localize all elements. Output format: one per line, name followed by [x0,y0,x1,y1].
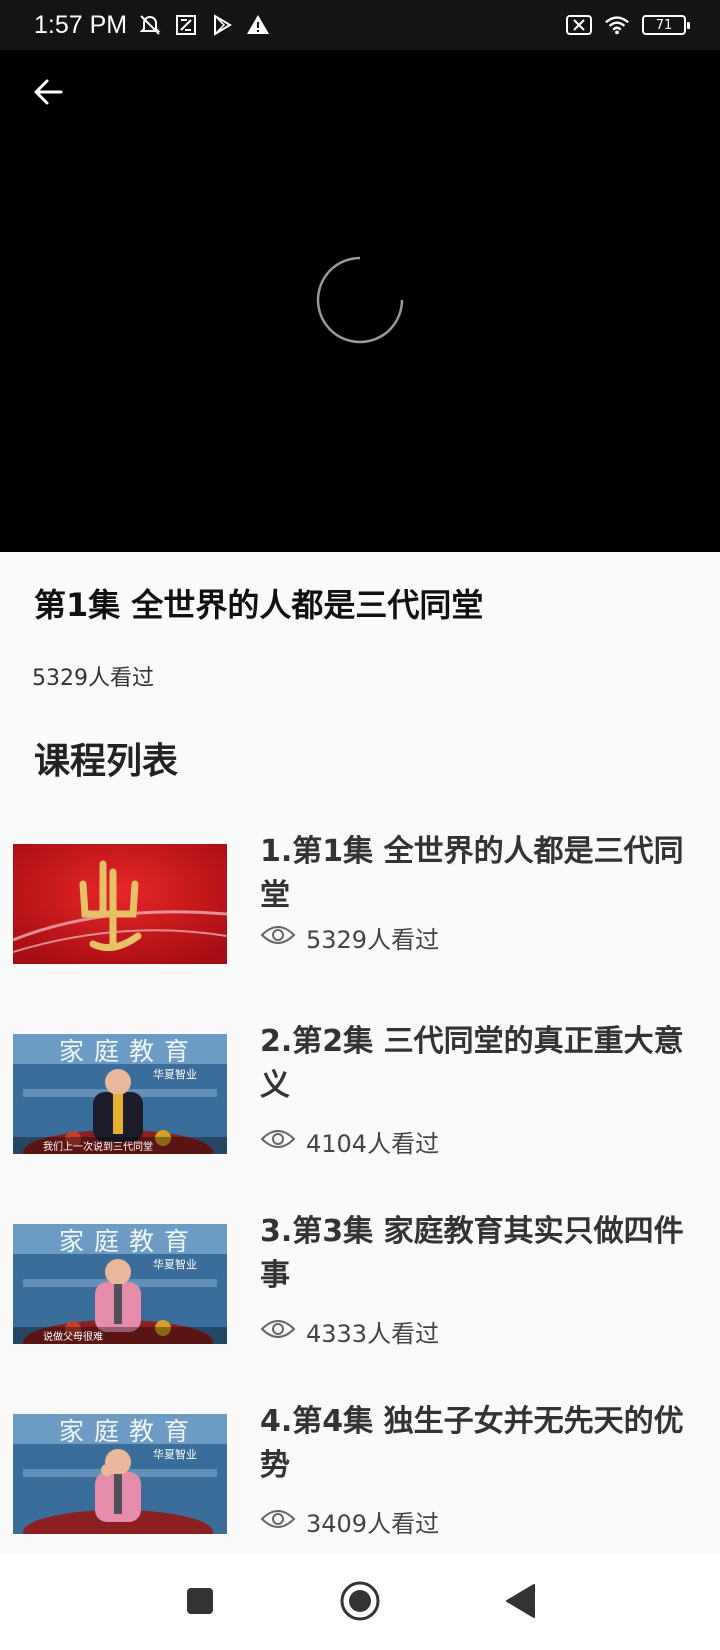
list-item-views: 3409人看过 [260,1504,439,1539]
thumbnail-logo-text: 华夏智业 [153,1068,197,1081]
triangle-back-icon [504,1583,536,1623]
list-item-views-text: 5329人看过 [306,926,440,954]
square-recent-icon [185,1586,215,1620]
back-button[interactable] [26,72,70,116]
eye-icon [260,1507,296,1537]
thumbnail-banner-text: 家庭教育 [59,1227,200,1256]
recent-apps-button[interactable] [175,1578,225,1628]
status-time: 1:57 PM [34,10,128,39]
list-item-title: 4.第4集 独生子女并无先天的优势 [260,1404,684,1483]
episode-thumbnail: 家庭教育 华夏智业 说做父母很难 [13,1224,227,1344]
eye-icon [260,923,296,953]
list-item-views: 4104人看过 [260,1124,439,1159]
play-store-icon [209,12,235,38]
back-nav-button[interactable] [495,1578,545,1628]
list-item-title: 2.第2集 三代同堂的真正重大意义 [260,1024,684,1103]
list-item-views-text: 3409人看过 [306,1510,440,1538]
status-bar: 1:57 PM 71 [0,0,720,50]
battery-icon: 71 [642,15,690,35]
thumbnail-subtitle: 说做父母很难 [43,1332,103,1343]
system-nav-bar [0,1555,720,1650]
course-list[interactable]: 1.第1集 全世界的人都是三代同堂 5329人看过 家庭教育 华夏智业 我们上一… [0,830,720,1555]
home-button[interactable] [335,1578,385,1628]
arrow-left-icon [31,75,65,113]
episode-views: 5329人看过 [32,666,154,691]
list-item-views: 4333人看过 [260,1314,439,1349]
mute-icon [137,12,163,38]
wifi-icon [604,12,630,38]
notification-icon [173,12,199,38]
eye-icon [260,1317,296,1347]
list-item[interactable]: 家庭教育 华夏智业 我们上一次说到三代同堂 2.第2集 三代同堂的真正重大意义 … [0,1020,720,1190]
spinner-icon [315,255,405,345]
list-item-views: 5329人看过 [260,920,439,955]
thumbnail-banner-text: 家庭教育 [59,1417,200,1446]
list-item[interactable]: 家庭教育 华夏智业 说做父母很难 3.第3集 家庭教育其实只做四件事 4333人… [0,1210,720,1380]
episode-title: 第1集 全世界的人都是三代同堂 [34,586,484,624]
thumbnail-banner-text: 家庭教育 [59,1037,200,1066]
episode-thumbnail: 家庭教育 华夏智业 [13,1414,227,1534]
list-item-views-text: 4333人看过 [306,1320,440,1348]
sim-off-icon [566,12,592,38]
thumbnail-subtitle: 我们上一次说到三代同堂 [43,1142,153,1153]
list-item[interactable]: 1.第1集 全世界的人都是三代同堂 5329人看过 [0,830,720,1000]
episode-thumbnail: 家庭教育 华夏智业 我们上一次说到三代同堂 [13,1034,227,1154]
list-item[interactable]: 家庭教育 华夏智业 4.第4集 独生子女并无先天的优势 3409人看过 [0,1400,720,1555]
list-item-title: 1.第1集 全世界的人都是三代同堂 [260,834,684,913]
thumbnail-logo-text: 华夏智业 [153,1448,197,1461]
circle-home-icon [339,1580,381,1626]
thumbnail-logo-text: 华夏智业 [153,1258,197,1271]
battery-level: 71 [655,17,673,33]
eye-icon [260,1127,296,1157]
list-item-views-text: 4104人看过 [306,1130,440,1158]
warning-icon [245,12,271,38]
video-player[interactable] [0,50,720,552]
course-list-heading: 课程列表 [34,741,179,782]
episode-thumbnail [13,844,227,964]
list-item-title: 3.第3集 家庭教育其实只做四件事 [260,1214,684,1293]
